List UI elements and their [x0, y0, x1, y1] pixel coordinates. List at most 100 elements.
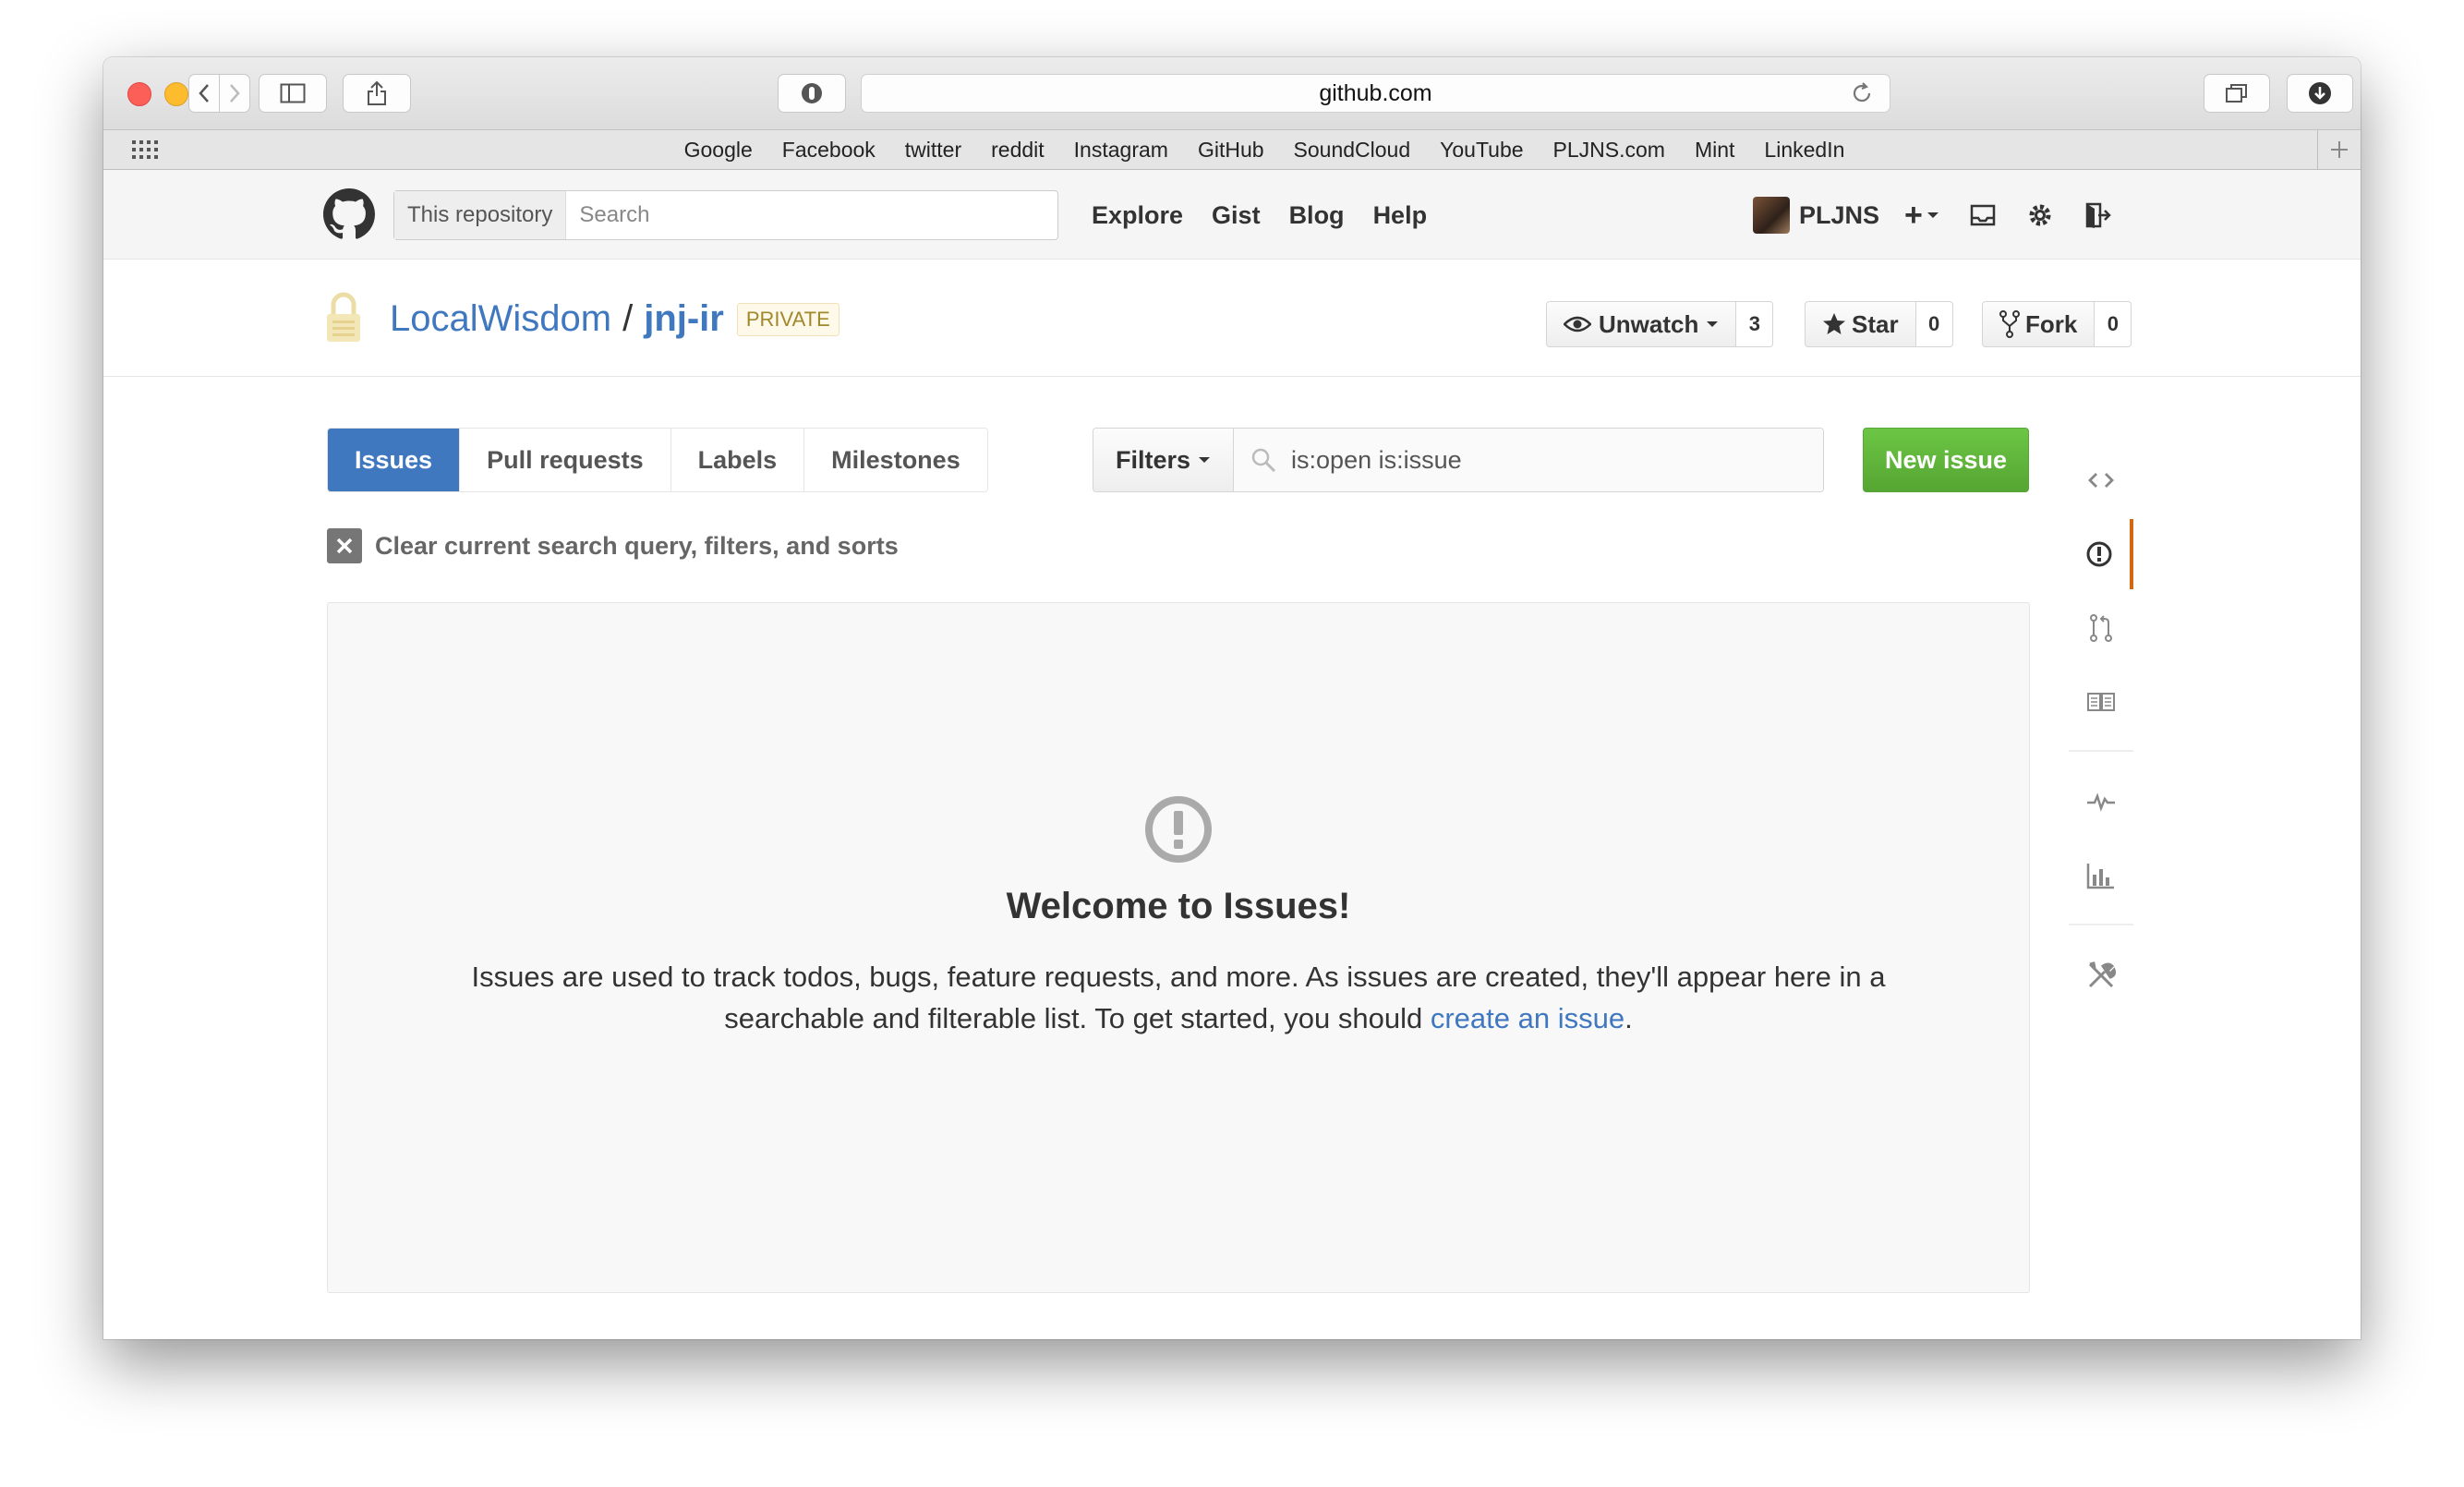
- star-icon: [1823, 313, 1845, 334]
- caret-down-icon: [1199, 457, 1211, 463]
- nav-blog[interactable]: Blog: [1289, 201, 1345, 230]
- back-button[interactable]: [188, 74, 220, 113]
- share-button[interactable]: [343, 74, 411, 113]
- sidebar-item-pulse[interactable]: [2069, 767, 2133, 837]
- nav-help[interactable]: Help: [1373, 201, 1428, 230]
- repo-owner-link[interactable]: LocalWisdom: [390, 298, 611, 340]
- fork-icon: [1999, 310, 2020, 338]
- downloads-button[interactable]: [2287, 74, 2353, 113]
- issues-search-input[interactable]: is:open is:issue: [1234, 429, 1823, 491]
- issue-opened-icon: [2086, 541, 2112, 567]
- fork-button[interactable]: Fork: [1982, 301, 2096, 347]
- star-button[interactable]: Star: [1805, 301, 1916, 347]
- minimize-window-button[interactable]: [164, 82, 188, 106]
- unwatch-button[interactable]: Unwatch: [1546, 301, 1737, 347]
- blankslate-text: Issues are used to track todos, bugs, fe…: [439, 956, 1918, 1039]
- blankslate-text-main: Issues are used to track todos, bugs, fe…: [471, 961, 1886, 1034]
- address-bar[interactable]: github.com: [861, 74, 1890, 113]
- fork-group: Fork 0: [1982, 301, 2132, 347]
- gear-icon[interactable]: [2026, 201, 2054, 229]
- bookmark-pljns[interactable]: PLJNS.com: [1553, 138, 1665, 163]
- repo-name-link[interactable]: jnj-ir: [644, 298, 724, 340]
- nav-gist[interactable]: Gist: [1212, 201, 1261, 230]
- new-tab-button[interactable]: [2317, 130, 2361, 169]
- bookmark-soundcloud[interactable]: SoundCloud: [1294, 138, 1411, 163]
- sidebar-item-graphs[interactable]: [2069, 840, 2133, 911]
- sidebar-toggle-button[interactable]: [259, 74, 327, 113]
- search-icon: [1251, 448, 1276, 473]
- github-logo-icon[interactable]: [323, 188, 375, 240]
- chevron-right-icon: [230, 84, 240, 103]
- tabs-overview-button[interactable]: [2204, 74, 2270, 113]
- pull-request-icon: [2090, 614, 2112, 642]
- sidebar-item-code[interactable]: [2069, 445, 2133, 515]
- reload-icon[interactable]: [1849, 80, 1875, 106]
- bookmark-mint[interactable]: Mint: [1695, 138, 1734, 163]
- new-issue-button[interactable]: New issue: [1863, 428, 2029, 492]
- search-input[interactable]: Search: [566, 202, 649, 228]
- bookmark-linkedin[interactable]: LinkedIn: [1764, 138, 1844, 163]
- forward-button[interactable]: [219, 74, 250, 113]
- issues-query-text: is:open is:issue: [1291, 445, 1462, 474]
- nav-explore[interactable]: Explore: [1092, 201, 1183, 230]
- user-profile-link[interactable]: PLJNS: [1753, 192, 1879, 238]
- code-icon: [2088, 473, 2114, 488]
- sidebar-item-pull-requests[interactable]: [2069, 593, 2133, 663]
- plus-label: +: [1904, 197, 1923, 233]
- forks-count[interactable]: 0: [2095, 301, 2132, 347]
- bookmark-github[interactable]: GitHub: [1198, 138, 1264, 163]
- stargazers-count[interactable]: 0: [1915, 301, 1953, 347]
- bookmark-youtube[interactable]: YouTube: [1440, 138, 1523, 163]
- fork-label: Fork: [2025, 309, 2078, 338]
- tab-pull-requests[interactable]: Pull requests: [459, 429, 670, 491]
- create-new-button[interactable]: +: [1904, 198, 1939, 234]
- tab-milestones[interactable]: Milestones: [803, 429, 987, 491]
- bookmark-twitter[interactable]: twitter: [905, 138, 961, 163]
- sidebar-item-issues[interactable]: [2069, 519, 2133, 589]
- watchers-count[interactable]: 3: [1736, 301, 1774, 347]
- site-search[interactable]: This repository Search: [393, 190, 1058, 240]
- issues-filter-bar: Filters is:open is:issue: [1093, 428, 1824, 492]
- bookmark-instagram[interactable]: Instagram: [1074, 138, 1168, 163]
- chevron-left-icon: [199, 84, 209, 103]
- issues-subnav: Issues Pull requests Labels Milestones: [327, 428, 988, 492]
- bookmark-google[interactable]: Google: [684, 138, 753, 163]
- inbox-icon[interactable]: [1969, 202, 1997, 228]
- github-header: This repository Search Explore Gist Blog…: [103, 170, 2361, 260]
- filters-dropdown-button[interactable]: Filters: [1093, 429, 1235, 491]
- x-icon: [327, 528, 362, 563]
- pulse-icon: [2087, 792, 2115, 812]
- browser-toolbar: github.com: [103, 57, 2361, 130]
- clear-filters-link[interactable]: Clear current search query, filters, and…: [327, 528, 899, 563]
- bookmark-reddit[interactable]: reddit: [991, 138, 1045, 163]
- watch-group: Unwatch 3: [1546, 301, 1774, 347]
- issue-opened-icon: [1145, 796, 1212, 863]
- sign-out-icon[interactable]: [2084, 201, 2111, 229]
- unwatch-label: Unwatch: [1599, 309, 1699, 338]
- sidebar-icon: [280, 83, 306, 103]
- plus-icon: [2331, 141, 2348, 158]
- tab-issues[interactable]: Issues: [328, 429, 460, 491]
- star-label: Star: [1852, 309, 1899, 338]
- blankslate-title: Welcome to Issues!: [1006, 886, 1351, 926]
- bookmark-list: Google Facebook twitter reddit Instagram…: [103, 130, 2361, 169]
- create-issue-link[interactable]: create an issue: [1431, 1002, 1625, 1034]
- tab-labels[interactable]: Labels: [670, 429, 804, 491]
- header-nav: Explore Gist Blog Help: [1092, 192, 1427, 238]
- repo-header: LocalWisdom / jnj-ir PRIVATE Unwatch 3 S…: [103, 260, 2361, 377]
- filters-label: Filters: [1116, 445, 1191, 474]
- avatar: [1753, 197, 1790, 234]
- close-window-button[interactable]: [127, 82, 151, 106]
- sidebar-item-settings[interactable]: [2069, 940, 2133, 1010]
- download-icon: [2309, 82, 2331, 104]
- clear-filters-label: Clear current search query, filters, and…: [375, 531, 899, 560]
- search-scope-label: This repository: [394, 191, 567, 239]
- share-icon: [368, 80, 386, 105]
- sidebar-divider: [2069, 750, 2133, 752]
- blankslate-text-end: .: [1625, 1002, 1633, 1034]
- header-actions: +: [1904, 192, 2111, 238]
- issues-blankslate: Welcome to Issues! Issues are used to tr…: [327, 602, 2030, 1293]
- bookmark-facebook[interactable]: Facebook: [782, 138, 876, 163]
- sidebar-item-wiki[interactable]: [2069, 667, 2133, 737]
- privacy-button[interactable]: [778, 74, 846, 113]
